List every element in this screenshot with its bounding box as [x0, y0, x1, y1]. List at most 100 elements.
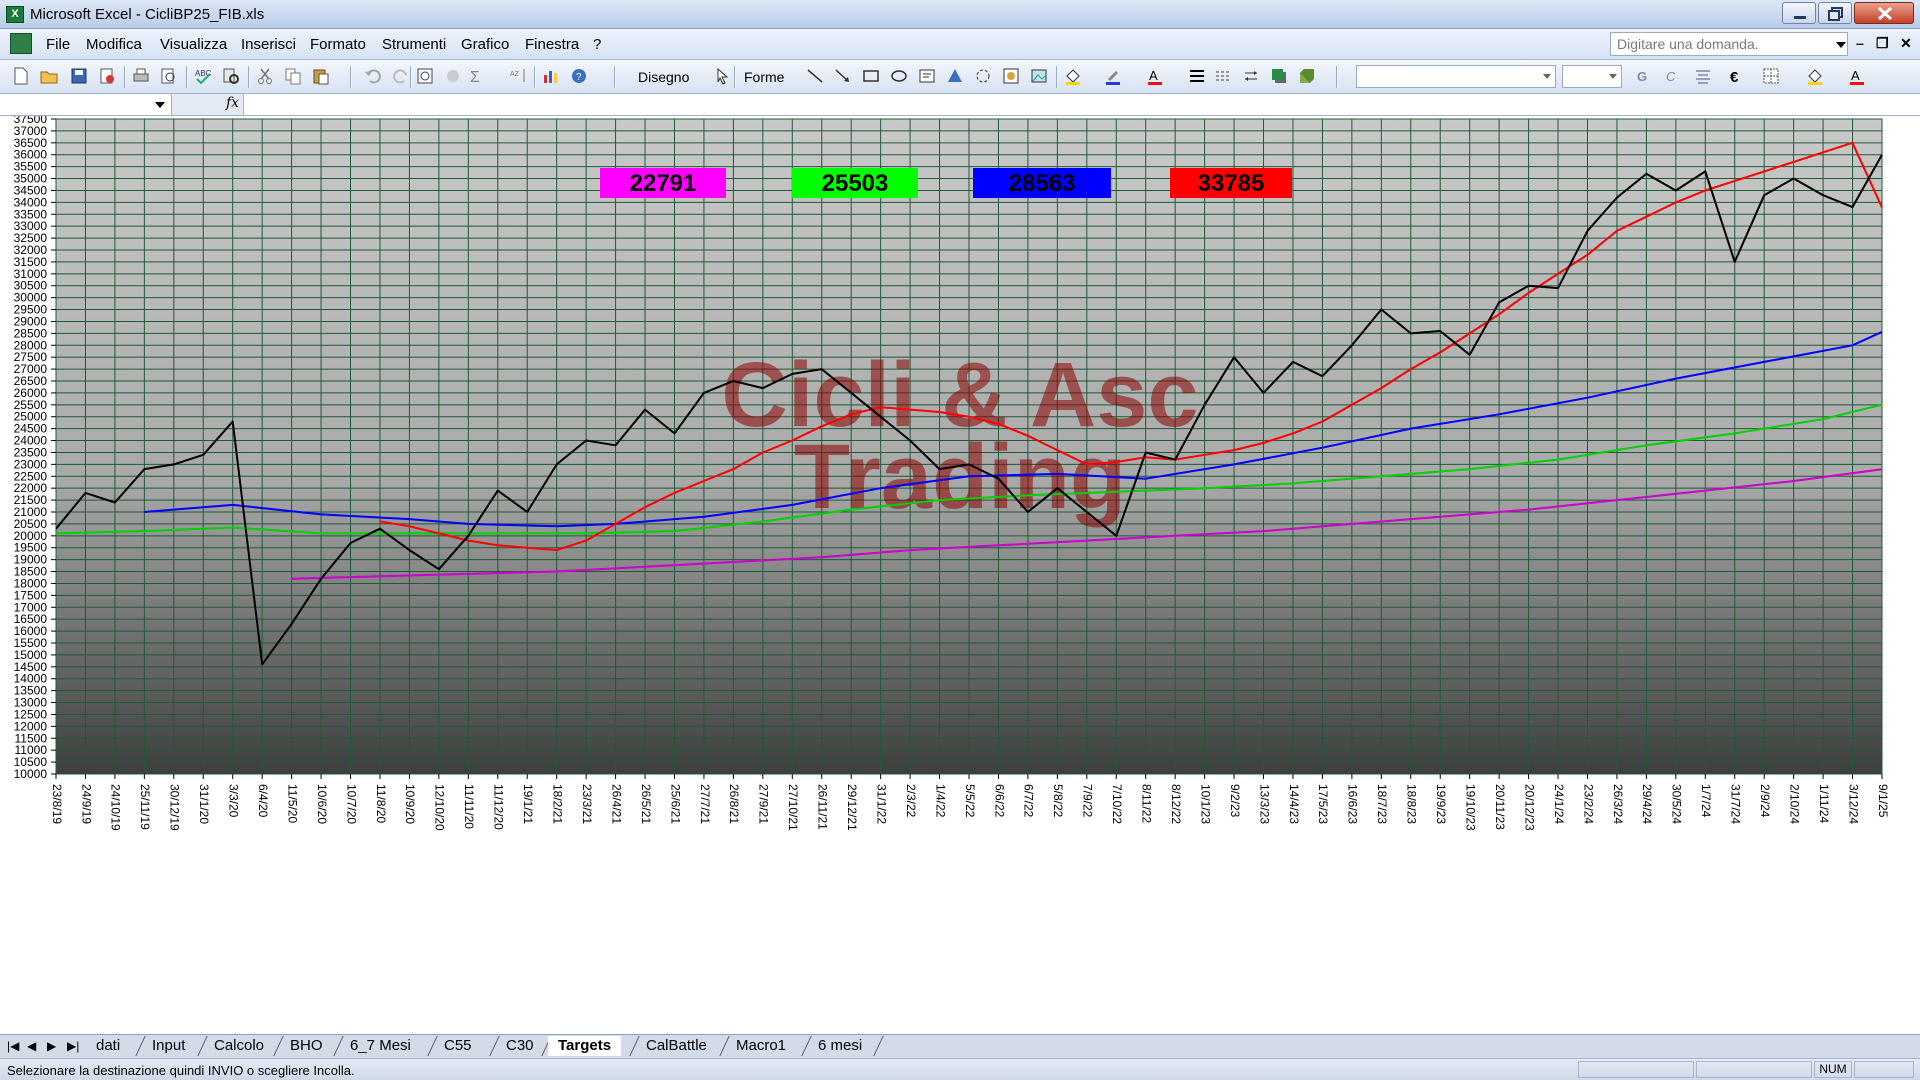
cut-icon[interactable]: [256, 67, 274, 85]
sheet-tab-bho[interactable]: BHO: [280, 1036, 333, 1056]
diagram-icon[interactable]: [974, 67, 992, 85]
x-tick-label: 31/7/24: [1729, 784, 1743, 824]
menu-file[interactable]: File: [46, 36, 70, 53]
open-folder-icon[interactable]: [40, 67, 58, 85]
name-box[interactable]: [0, 94, 172, 115]
font-name-combo[interactable]: [1356, 65, 1556, 88]
arrow-tool-icon[interactable]: [834, 67, 852, 85]
maximize-button[interactable]: [1818, 2, 1852, 24]
menu-visualizza[interactable]: Visualizza: [160, 36, 227, 53]
menu-formato[interactable]: Formato: [310, 36, 366, 53]
permission-icon[interactable]: [98, 67, 116, 85]
italic-icon[interactable]: C: [1662, 67, 1680, 85]
x-tick-label: 1/7/24: [1699, 784, 1713, 818]
doc-restore-icon[interactable]: ❐: [1876, 35, 1889, 52]
textbox-tool-icon[interactable]: [918, 67, 936, 85]
research-icon[interactable]: [222, 67, 240, 85]
line-tool-icon[interactable]: [806, 67, 824, 85]
x-tick-label: 2/10/24: [1787, 784, 1801, 824]
signature-icon[interactable]: [444, 67, 462, 85]
minimize-button[interactable]: [1782, 2, 1816, 24]
close-button[interactable]: [1854, 2, 1914, 24]
line-color-icon[interactable]: [1104, 67, 1122, 85]
align-center-icon[interactable]: [1694, 67, 1712, 85]
doc-minimize-icon[interactable]: –: [1856, 35, 1864, 51]
chart-wizard-icon[interactable]: [542, 67, 560, 85]
dash-style-icon[interactable]: [1214, 67, 1232, 85]
sheet-tab-6-7-mesi[interactable]: 6_7 Mesi: [340, 1036, 421, 1056]
print-icon[interactable]: [132, 67, 150, 85]
currency-icon[interactable]: €: [1728, 67, 1746, 85]
sheet-tab-calbattle[interactable]: CalBattle: [636, 1036, 717, 1056]
borders-icon[interactable]: [1762, 67, 1780, 85]
hyperlink-icon[interactable]: [416, 67, 434, 85]
toolbar-separator: [1056, 66, 1058, 88]
sheet-tab-input[interactable]: Input: [142, 1036, 195, 1056]
menu-finestra[interactable]: Finestra: [525, 36, 579, 53]
wordart-icon[interactable]: [946, 67, 964, 85]
arrow-style-icon[interactable]: [1242, 67, 1260, 85]
sheet-tab-c30[interactable]: C30: [496, 1036, 544, 1056]
prev-sheet-icon[interactable]: ◀: [27, 1039, 36, 1053]
first-sheet-icon[interactable]: |◀: [7, 1039, 19, 1053]
y-tick-label: 30000: [14, 291, 48, 305]
workbook-icon[interactable]: [10, 33, 32, 54]
menu-strumenti[interactable]: Strumenti: [382, 36, 446, 53]
cell-font-color-icon[interactable]: A: [1848, 67, 1866, 85]
price-chart[interactable]: 1000010500110001150012000125001300013500…: [0, 116, 1920, 1034]
font-color-icon[interactable]: A: [1146, 67, 1164, 85]
x-tick-label: 16/6/23: [1346, 784, 1360, 824]
menu-inserisci[interactable]: Inserisci: [241, 36, 296, 53]
drawing-menu[interactable]: Disegno: [638, 69, 689, 85]
chart-sheet[interactable]: 10000 10500 11000 11500 12000 12500 13000 13500…: [0, 116, 1920, 1034]
sheet-tab-targets[interactable]: Targets: [548, 1036, 622, 1056]
oval-tool-icon[interactable]: [890, 67, 908, 85]
y-tick-label: 35000: [14, 172, 48, 186]
spelling-icon[interactable]: ABC: [194, 67, 212, 85]
clipart-icon[interactable]: [1002, 67, 1020, 85]
3d-style-icon[interactable]: [1298, 67, 1316, 85]
new-document-icon[interactable]: [12, 67, 30, 85]
sheet-tab-6-mesi[interactable]: 6 mesi: [808, 1036, 872, 1056]
toolbar-separator: [410, 66, 412, 88]
y-tick-label: 21000: [14, 505, 48, 519]
insert-picture-icon[interactable]: [1030, 67, 1048, 85]
help-icon[interactable]: ?: [570, 67, 588, 85]
status-cell: [1578, 1061, 1694, 1078]
redo-icon[interactable]: [392, 67, 410, 85]
sheet-tab-c55[interactable]: C55: [434, 1036, 482, 1056]
last-sheet-icon[interactable]: ▶|: [67, 1039, 79, 1053]
bold-icon[interactable]: G: [1634, 67, 1652, 85]
doc-close-icon[interactable]: ✕: [1900, 35, 1912, 52]
font-size-combo[interactable]: [1562, 65, 1622, 88]
y-tick-label: 31500: [14, 255, 48, 269]
autosum-icon[interactable]: Σ: [468, 67, 486, 85]
insert-function-button[interactable]: fx: [172, 94, 244, 115]
menu-help[interactable]: ?: [593, 36, 601, 53]
print-preview-icon[interactable]: [160, 67, 178, 85]
cell-fill-color-icon[interactable]: [1806, 67, 1824, 85]
rectangle-tool-icon[interactable]: [862, 67, 880, 85]
undo-icon[interactable]: [364, 67, 382, 85]
sort-icon[interactable]: AZ: [510, 67, 528, 85]
menu-grafico[interactable]: Grafico: [461, 36, 509, 53]
sheet-tab-macro1[interactable]: Macro1: [726, 1036, 796, 1056]
excel-icon[interactable]: X: [6, 6, 24, 23]
paste-icon[interactable]: [312, 67, 330, 85]
sheet-tab-dati[interactable]: dati: [86, 1036, 130, 1056]
save-icon[interactable]: [70, 67, 88, 85]
autoshapes-menu[interactable]: Forme: [744, 69, 784, 85]
title-bar: X Microsoft Excel - CicliBP25_FIB.xls: [0, 0, 1920, 29]
select-objects-icon[interactable]: [714, 67, 732, 85]
chevron-down-icon[interactable]: [155, 102, 165, 108]
sheet-tab-calcolo[interactable]: Calcolo: [204, 1036, 274, 1056]
next-sheet-icon[interactable]: ▶: [47, 1039, 56, 1053]
menu-modifica[interactable]: Modifica: [86, 36, 142, 53]
fill-color-icon[interactable]: [1064, 67, 1082, 85]
copy-icon[interactable]: [284, 67, 302, 85]
ask-question-input[interactable]: Digitare una domanda.: [1610, 32, 1848, 56]
x-tick-label: 10/9/20: [403, 784, 417, 824]
shadow-style-icon[interactable]: [1270, 67, 1288, 85]
chevron-down-icon[interactable]: [1836, 42, 1846, 48]
line-style-icon[interactable]: [1188, 67, 1206, 85]
